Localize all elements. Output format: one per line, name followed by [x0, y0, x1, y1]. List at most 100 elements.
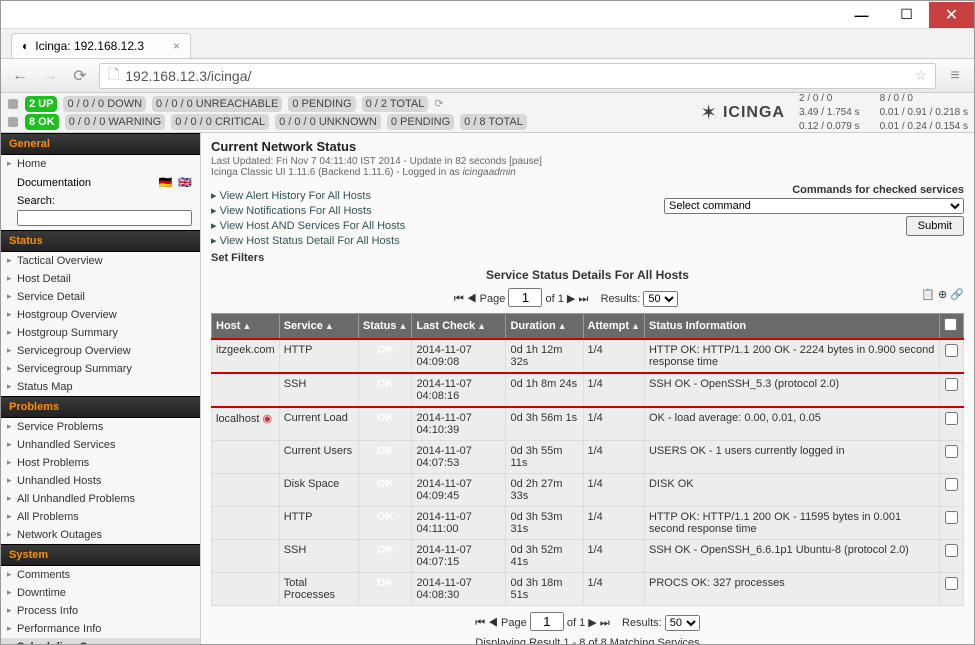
sidebar-item-hostdetail[interactable]: Host Detail — [1, 270, 200, 288]
row-checkbox[interactable] — [945, 511, 958, 524]
sidebar-item-svc-problems[interactable]: Service Problems — [1, 418, 200, 436]
csv-icon[interactable]: ⊕ — [938, 289, 947, 301]
sidebar-item-downtime[interactable]: Downtime — [1, 584, 200, 602]
cell-host[interactable] — [212, 474, 280, 507]
link-notifications[interactable]: ▸ View Notifications For All Hosts — [211, 205, 372, 217]
col-service[interactable]: Service▲ — [279, 314, 358, 340]
results-select[interactable]: 50 — [643, 291, 678, 307]
sidebar-item-hostgroup-sum[interactable]: Hostgroup Summary — [1, 324, 200, 342]
cell-host[interactable]: itzgeek.com — [212, 339, 280, 373]
sidebar-item-comments[interactable]: Comments — [1, 566, 200, 584]
cell-host[interactable]: localhost ◉ — [212, 407, 280, 441]
cell-service[interactable]: SSH — [279, 373, 358, 407]
cell-service[interactable]: HTTP — [279, 507, 358, 540]
page-last-icon[interactable]: ⏭ — [578, 293, 588, 305]
svc-pending-pill[interactable]: 0 PENDING — [387, 114, 454, 130]
results-select-bottom[interactable]: 50 — [665, 615, 700, 631]
hosts-up-pill[interactable]: 2 UP — [25, 96, 57, 112]
bookmark-star-icon[interactable]: ☆ — [914, 67, 927, 84]
hosts-down-pill[interactable]: 0 / 0 / 0 DOWN — [63, 96, 146, 112]
sidebar-item-process-info[interactable]: Process Info — [1, 602, 200, 620]
row-checkbox[interactable] — [945, 445, 958, 458]
col-duration[interactable]: Duration▲ — [506, 314, 583, 340]
hosts-total-pill[interactable]: 0 / 2 TOTAL — [362, 96, 429, 112]
cell-service[interactable]: Current Load — [279, 407, 358, 441]
col-info[interactable]: Status Information — [644, 314, 939, 340]
sidebar-item-tactical[interactable]: Tactical Overview — [1, 252, 200, 270]
sidebar-item-unhandled-svc[interactable]: Unhandled Services — [1, 436, 200, 454]
link-host-status[interactable]: ▸ View Host Status Detail For All Hosts — [211, 235, 400, 247]
page-input[interactable] — [508, 288, 542, 307]
cell-service[interactable]: Total Processes — [279, 573, 358, 606]
tab-close-icon[interactable]: × — [173, 39, 180, 53]
cell-service[interactable]: SSH — [279, 540, 358, 573]
page-last-icon-bottom[interactable]: ⏭ — [600, 617, 610, 629]
row-checkbox[interactable] — [945, 544, 958, 557]
page-prev-icon-bottom[interactable]: ◀ — [488, 617, 498, 629]
maximize-button[interactable]: ☐ — [884, 2, 929, 28]
svc-warn-pill[interactable]: 0 / 0 / 0 WARNING — [65, 114, 166, 130]
cell-host[interactable] — [212, 373, 280, 407]
cell-host[interactable] — [212, 540, 280, 573]
row-checkbox[interactable] — [945, 412, 958, 425]
sidebar-item-host-problems[interactable]: Host Problems — [1, 454, 200, 472]
sidebar-item-documentation[interactable]: Documentation — [17, 177, 91, 189]
page-next-icon[interactable]: ▶ — [567, 293, 575, 305]
svc-ok-pill[interactable]: 8 OK — [25, 114, 59, 130]
sidebar-item-hostgroup-ov[interactable]: Hostgroup Overview — [1, 306, 200, 324]
close-button[interactable]: ✕ — [929, 2, 974, 28]
col-lastcheck[interactable]: Last Check▲ — [412, 314, 506, 340]
page-first-icon-bottom[interactable]: ⏮ — [475, 617, 485, 629]
svc-total-pill[interactable]: 0 / 8 TOTAL — [460, 114, 527, 130]
page-input-bottom[interactable] — [530, 612, 564, 631]
sidebar-item-svcgroup-ov[interactable]: Servicegroup Overview — [1, 342, 200, 360]
row-checkbox[interactable] — [945, 577, 958, 590]
refresh-icon[interactable]: ⟳ — [434, 97, 443, 110]
reload-button[interactable]: ⟳ — [69, 65, 91, 87]
cell-service[interactable]: HTTP — [279, 339, 358, 373]
export-icon[interactable]: 📋 — [921, 289, 935, 301]
sidebar-item-unhandled-hosts[interactable]: Unhandled Hosts — [1, 472, 200, 490]
row-checkbox[interactable] — [945, 378, 958, 391]
link-host-services[interactable]: ▸ View Host AND Services For All Hosts — [211, 220, 405, 232]
sidebar-item-network-outages[interactable]: Network Outages — [1, 526, 200, 544]
sidebar-item-svcgroup-sum[interactable]: Servicegroup Summary — [1, 360, 200, 378]
row-checkbox[interactable] — [945, 344, 958, 357]
link-icon[interactable]: 🔗 — [950, 289, 964, 301]
cell-host[interactable] — [212, 441, 280, 474]
flag-en-icon[interactable]: 🇬🇧 — [178, 176, 192, 189]
sidebar-item-scheduling-queue[interactable]: Scheduling Queue — [1, 638, 200, 644]
col-attempt[interactable]: Attempt▲ — [583, 314, 644, 340]
sidebar-item-all-unhandled[interactable]: All Unhandled Problems — [1, 490, 200, 508]
sidebar-item-all-problems[interactable]: All Problems — [1, 508, 200, 526]
cell-service[interactable]: Disk Space — [279, 474, 358, 507]
page-prev-icon[interactable]: ◀ — [467, 293, 477, 305]
svc-unk-pill[interactable]: 0 / 0 / 0 UNKNOWN — [275, 114, 381, 130]
set-filters-link[interactable]: Set Filters — [211, 252, 964, 264]
sidebar-item-home[interactable]: Home — [1, 155, 200, 173]
col-host[interactable]: Host▲ — [212, 314, 280, 340]
sidebar-item-performance-info[interactable]: Performance Info — [1, 620, 200, 638]
cell-service[interactable]: Current Users — [279, 441, 358, 474]
hosts-unreach-pill[interactable]: 0 / 0 / 0 UNREACHABLE — [152, 96, 282, 112]
forward-button[interactable]: → — [39, 65, 61, 87]
minimize-button[interactable]: — — [839, 2, 884, 28]
page-first-icon[interactable]: ⏮ — [454, 293, 464, 305]
url-input[interactable]: 🗋 192.168.12.3/icinga/ ☆ — [99, 63, 936, 89]
back-button[interactable]: ← — [9, 65, 31, 87]
browser-tab[interactable]: ◐ Icinga: 192.168.12.3 × — [11, 33, 191, 58]
search-input[interactable] — [17, 210, 192, 226]
page-next-icon-bottom[interactable]: ▶ — [588, 617, 596, 629]
submit-button[interactable]: Submit — [906, 216, 964, 236]
command-select[interactable]: Select command — [664, 198, 964, 214]
link-alert-history[interactable]: ▸ View Alert History For All Hosts — [211, 190, 371, 202]
row-checkbox[interactable] — [945, 478, 958, 491]
hosts-pending-pill[interactable]: 0 PENDING — [288, 96, 355, 112]
sidebar-item-servicedetail[interactable]: Service Detail — [1, 288, 200, 306]
select-all-checkbox[interactable] — [944, 318, 957, 331]
sidebar-item-statusmap[interactable]: Status Map — [1, 378, 200, 396]
svc-crit-pill[interactable]: 0 / 0 / 0 CRITICAL — [171, 114, 269, 130]
cell-host[interactable] — [212, 573, 280, 606]
flag-de-icon[interactable]: 🇩🇪 — [159, 176, 173, 189]
col-status[interactable]: Status▲ — [358, 314, 412, 340]
